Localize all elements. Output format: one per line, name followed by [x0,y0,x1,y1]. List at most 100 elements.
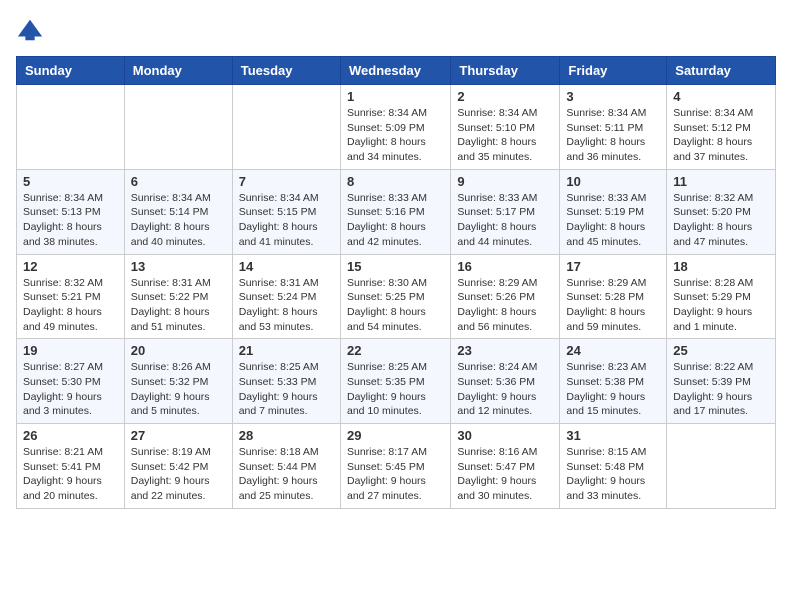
day-number: 24 [566,343,660,358]
week-row-5: 26 Sunrise: 8:21 AM Sunset: 5:41 PM Dayli… [17,424,776,509]
week-row-2: 5 Sunrise: 8:34 AM Sunset: 5:13 PM Daylig… [17,169,776,254]
day-cell: 20 Sunrise: 8:26 AM Sunset: 5:32 PM Dayli… [124,339,232,424]
day-number: 6 [131,174,226,189]
calendar-table: SundayMondayTuesdayWednesdayThursdayFrid… [16,56,776,509]
day-number: 5 [23,174,118,189]
day-number: 13 [131,259,226,274]
day-cell: 21 Sunrise: 8:25 AM Sunset: 5:33 PM Dayli… [232,339,340,424]
day-number: 26 [23,428,118,443]
header-friday: Friday [560,57,667,85]
day-number: 9 [457,174,553,189]
day-info: Sunrise: 8:24 AM Sunset: 5:36 PM Dayligh… [457,360,553,419]
day-number: 15 [347,259,444,274]
day-info: Sunrise: 8:27 AM Sunset: 5:30 PM Dayligh… [23,360,118,419]
day-number: 25 [673,343,769,358]
day-info: Sunrise: 8:19 AM Sunset: 5:42 PM Dayligh… [131,445,226,504]
day-cell: 10 Sunrise: 8:33 AM Sunset: 5:19 PM Dayli… [560,169,667,254]
day-info: Sunrise: 8:33 AM Sunset: 5:16 PM Dayligh… [347,191,444,250]
day-number: 17 [566,259,660,274]
day-number: 10 [566,174,660,189]
day-number: 23 [457,343,553,358]
day-info: Sunrise: 8:34 AM Sunset: 5:12 PM Dayligh… [673,106,769,165]
day-cell: 4 Sunrise: 8:34 AM Sunset: 5:12 PM Daylig… [667,85,776,170]
day-cell: 15 Sunrise: 8:30 AM Sunset: 5:25 PM Dayli… [340,254,450,339]
day-number: 22 [347,343,444,358]
day-number: 30 [457,428,553,443]
day-cell: 13 Sunrise: 8:31 AM Sunset: 5:22 PM Dayli… [124,254,232,339]
day-number: 29 [347,428,444,443]
page-header [16,16,776,44]
day-number: 4 [673,89,769,104]
header-wednesday: Wednesday [340,57,450,85]
day-cell: 23 Sunrise: 8:24 AM Sunset: 5:36 PM Dayli… [451,339,560,424]
day-cell: 5 Sunrise: 8:34 AM Sunset: 5:13 PM Daylig… [17,169,125,254]
day-info: Sunrise: 8:17 AM Sunset: 5:45 PM Dayligh… [347,445,444,504]
day-info: Sunrise: 8:31 AM Sunset: 5:22 PM Dayligh… [131,276,226,335]
day-cell: 28Sunrise: 8:18 AM Sunset: 5:44 PM Dayli… [232,424,340,509]
day-cell: 2Sunrise: 8:34 AM Sunset: 5:10 PM Daylig… [451,85,560,170]
day-info: Sunrise: 8:22 AM Sunset: 5:39 PM Dayligh… [673,360,769,419]
day-info: Sunrise: 8:29 AM Sunset: 5:26 PM Dayligh… [457,276,553,335]
day-cell: 6 Sunrise: 8:34 AM Sunset: 5:14 PM Daylig… [124,169,232,254]
day-number: 20 [131,343,226,358]
day-info: Sunrise: 8:18 AM Sunset: 5:44 PM Dayligh… [239,445,334,504]
day-number: 31 [566,428,660,443]
day-cell [232,85,340,170]
day-cell: 30Sunrise: 8:16 AM Sunset: 5:47 PM Dayli… [451,424,560,509]
day-info: Sunrise: 8:25 AM Sunset: 5:33 PM Dayligh… [239,360,334,419]
header-saturday: Saturday [667,57,776,85]
day-number: 3 [566,89,660,104]
day-number: 19 [23,343,118,358]
header-thursday: Thursday [451,57,560,85]
day-info: Sunrise: 8:34 AM Sunset: 5:09 PM Dayligh… [347,106,444,165]
day-info: Sunrise: 8:28 AM Sunset: 5:29 PM Dayligh… [673,276,769,335]
day-cell: 19 Sunrise: 8:27 AM Sunset: 5:30 PM Dayli… [17,339,125,424]
day-cell: 3Sunrise: 8:34 AM Sunset: 5:11 PM Daylig… [560,85,667,170]
day-cell: 9 Sunrise: 8:33 AM Sunset: 5:17 PM Daylig… [451,169,560,254]
logo[interactable] [16,16,48,44]
day-cell [124,85,232,170]
header-tuesday: Tuesday [232,57,340,85]
day-cell: 18 Sunrise: 8:28 AM Sunset: 5:29 PM Dayli… [667,254,776,339]
week-row-1: 1 Sunrise: 8:34 AM Sunset: 5:09 PM Daylig… [17,85,776,170]
day-info: Sunrise: 8:23 AM Sunset: 5:38 PM Dayligh… [566,360,660,419]
day-info: Sunrise: 8:31 AM Sunset: 5:24 PM Dayligh… [239,276,334,335]
day-cell: 29 Sunrise: 8:17 AM Sunset: 5:45 PM Dayli… [340,424,450,509]
header-monday: Monday [124,57,232,85]
day-number: 16 [457,259,553,274]
day-info: Sunrise: 8:32 AM Sunset: 5:20 PM Dayligh… [673,191,769,250]
day-cell: 8 Sunrise: 8:33 AM Sunset: 5:16 PM Daylig… [340,169,450,254]
day-cell: 12Sunrise: 8:32 AM Sunset: 5:21 PM Dayli… [17,254,125,339]
day-number: 18 [673,259,769,274]
day-info: Sunrise: 8:21 AM Sunset: 5:41 PM Dayligh… [23,445,118,504]
day-number: 21 [239,343,334,358]
header-row: SundayMondayTuesdayWednesdayThursdayFrid… [17,57,776,85]
day-info: Sunrise: 8:34 AM Sunset: 5:13 PM Dayligh… [23,191,118,250]
logo-icon [16,16,44,44]
day-cell: 27Sunrise: 8:19 AM Sunset: 5:42 PM Dayli… [124,424,232,509]
day-cell: 22Sunrise: 8:25 AM Sunset: 5:35 PM Dayli… [340,339,450,424]
week-row-3: 12Sunrise: 8:32 AM Sunset: 5:21 PM Dayli… [17,254,776,339]
day-cell: 16 Sunrise: 8:29 AM Sunset: 5:26 PM Dayli… [451,254,560,339]
day-cell [17,85,125,170]
day-number: 2 [457,89,553,104]
day-cell: 24 Sunrise: 8:23 AM Sunset: 5:38 PM Dayli… [560,339,667,424]
day-number: 1 [347,89,444,104]
day-number: 7 [239,174,334,189]
day-cell: 7 Sunrise: 8:34 AM Sunset: 5:15 PM Daylig… [232,169,340,254]
day-number: 12 [23,259,118,274]
day-info: Sunrise: 8:15 AM Sunset: 5:48 PM Dayligh… [566,445,660,504]
day-number: 11 [673,174,769,189]
day-cell: 1 Sunrise: 8:34 AM Sunset: 5:09 PM Daylig… [340,85,450,170]
day-info: Sunrise: 8:34 AM Sunset: 5:14 PM Dayligh… [131,191,226,250]
day-info: Sunrise: 8:30 AM Sunset: 5:25 PM Dayligh… [347,276,444,335]
day-info: Sunrise: 8:26 AM Sunset: 5:32 PM Dayligh… [131,360,226,419]
day-info: Sunrise: 8:33 AM Sunset: 5:17 PM Dayligh… [457,191,553,250]
day-info: Sunrise: 8:33 AM Sunset: 5:19 PM Dayligh… [566,191,660,250]
day-cell: 14Sunrise: 8:31 AM Sunset: 5:24 PM Dayli… [232,254,340,339]
day-info: Sunrise: 8:29 AM Sunset: 5:28 PM Dayligh… [566,276,660,335]
day-number: 8 [347,174,444,189]
week-row-4: 19 Sunrise: 8:27 AM Sunset: 5:30 PM Dayli… [17,339,776,424]
day-info: Sunrise: 8:34 AM Sunset: 5:15 PM Dayligh… [239,191,334,250]
header-sunday: Sunday [17,57,125,85]
